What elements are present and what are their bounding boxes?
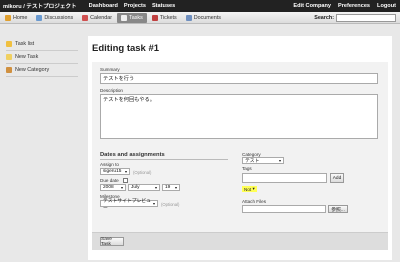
tab-label: Discussions: [44, 14, 74, 21]
due-year-select[interactable]: 2008: [100, 184, 126, 191]
add-tag-button[interactable]: Add: [330, 173, 344, 183]
tickets-icon: [151, 14, 158, 21]
section-title: Dates and assignments: [100, 152, 165, 158]
tags-label: Tags: [242, 166, 252, 171]
assign-value: sigeru15: [103, 169, 122, 174]
logout-link[interactable]: Logout: [377, 3, 396, 9]
tab-home[interactable]: Home: [1, 13, 31, 23]
summary-label: Summary: [100, 67, 120, 72]
search-input[interactable]: [336, 13, 396, 22]
nav-dashboard[interactable]: Dashboard: [89, 3, 118, 9]
tab-bar: Home Discussions Calendar Tasks Tickets …: [0, 12, 400, 24]
sidebar-item-task-list[interactable]: Task list: [6, 38, 78, 51]
nav-statuses[interactable]: Statuses: [152, 3, 175, 9]
main-panel: Editing task #1 Summary テストを行う Descripti…: [88, 36, 392, 260]
tag-chip-label: Not: [244, 186, 252, 192]
tab-label: Tickets: [159, 14, 177, 21]
tab-label: Documents: [193, 14, 221, 21]
attach-files-label: Attach Files: [242, 199, 266, 204]
description-label: Description: [100, 88, 123, 93]
top-bar: mikoru / テストプロジェクト Dashboard Projects St…: [0, 0, 400, 12]
milestone-value: テストサイトプレビュー: [103, 198, 151, 211]
sidebar: Task list New Task New Category: [6, 38, 78, 77]
home-icon: [5, 14, 11, 21]
assign-label: Assign to: [100, 162, 119, 167]
sidebar-item-label: New Category: [15, 67, 50, 73]
description-textarea[interactable]: テストを何回もやる。: [100, 94, 378, 139]
preferences-link[interactable]: Preferences: [338, 3, 370, 9]
save-task-button[interactable]: Save Task: [100, 237, 124, 247]
category-value: テスト: [245, 159, 260, 164]
browse-button[interactable]: 参照...: [328, 205, 348, 213]
due-month-select[interactable]: July: [128, 184, 160, 191]
due-date-checkbox[interactable]: [123, 177, 128, 183]
documents-icon: [185, 14, 192, 21]
due-day-value: 19: [165, 185, 171, 190]
new-task-icon: [6, 54, 12, 60]
tags-input[interactable]: [242, 173, 327, 183]
section-divider: [100, 159, 228, 160]
sidebar-item-new-task[interactable]: New Task: [6, 51, 78, 64]
sidebar-item-label: New Task: [15, 54, 39, 60]
folder-icon: [6, 41, 12, 47]
nav-projects[interactable]: Projects: [124, 3, 146, 9]
tab-documents[interactable]: Documents: [182, 13, 225, 23]
search-label: Search:: [314, 14, 334, 21]
tab-label: Home: [13, 14, 28, 21]
discussions-icon: [36, 14, 43, 21]
category-select[interactable]: テスト: [242, 157, 284, 164]
assign-hint: (Optional): [133, 170, 152, 175]
tasks-icon: [121, 14, 128, 21]
calendar-icon: [82, 14, 89, 21]
project-title[interactable]: mikoru / テストプロジェクト: [0, 2, 77, 10]
tab-calendar[interactable]: Calendar: [78, 13, 116, 23]
search-area: Search:: [314, 13, 400, 22]
tab-discussions[interactable]: Discussions: [32, 13, 77, 23]
tag-chip[interactable]: Not ▾: [242, 186, 257, 192]
assign-select[interactable]: sigeru15: [100, 168, 130, 175]
account-links: Edit Company Preferences Logout: [293, 3, 400, 9]
form-footer: Save Task: [92, 232, 388, 250]
tab-tickets[interactable]: Tickets: [148, 13, 181, 23]
sidebar-item-new-category[interactable]: New Category: [6, 64, 78, 77]
due-year-value: 2008: [103, 185, 114, 190]
new-category-icon: [6, 67, 12, 73]
tab-label: Tasks: [129, 14, 143, 21]
milestone-select[interactable]: テストサイトプレビュー: [100, 199, 158, 211]
task-form: Summary テストを行う Description テストを何回もやる。 Da…: [92, 62, 388, 250]
sidebar-item-label: Task list: [15, 41, 35, 47]
summary-input[interactable]: テストを行う: [100, 73, 378, 84]
top-nav: Dashboard Projects Statuses: [89, 3, 176, 9]
due-day-select[interactable]: 19: [162, 184, 180, 191]
milestone-hint: (Optional): [161, 202, 180, 207]
due-month-value: July: [131, 185, 140, 190]
attach-file-input[interactable]: [242, 205, 326, 213]
page-title: Editing task #1: [92, 43, 160, 54]
remove-tag-icon[interactable]: ▾: [252, 186, 254, 192]
edit-company-link[interactable]: Edit Company: [293, 3, 331, 9]
tab-label: Calendar: [90, 14, 113, 21]
tab-tasks[interactable]: Tasks: [117, 12, 147, 23]
due-date-label: Due date: [100, 178, 119, 183]
